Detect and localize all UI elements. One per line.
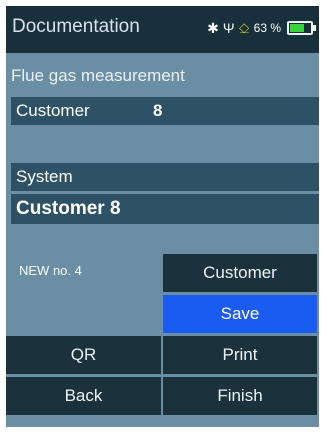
measurement-type: Flue gas measurement xyxy=(11,66,185,85)
save-button[interactable]: Save xyxy=(163,295,317,333)
system-value-row[interactable]: Customer 8 xyxy=(11,194,319,224)
qr-button[interactable]: QR xyxy=(6,336,161,374)
finish-button[interactable]: Finish xyxy=(163,377,317,415)
customer-button[interactable]: Customer xyxy=(163,254,317,292)
status-icons: ✱ Ψ ⎐ 63 % xyxy=(207,20,316,36)
battery-tip xyxy=(313,25,316,31)
usb-icon: Ψ xyxy=(222,20,235,36)
plug-icon: ⎐ xyxy=(238,20,250,36)
system-label: System xyxy=(16,167,73,186)
battery-percent: 63 % xyxy=(253,21,281,35)
system-label-row: System xyxy=(11,163,319,191)
new-number: NEW no. 4 xyxy=(19,263,82,278)
bluetooth-icon: ✱ xyxy=(207,20,219,36)
customer-value: 8 xyxy=(153,101,163,120)
customer-label: Customer xyxy=(16,101,90,120)
header-bar: Documentation ✱ Ψ ⎐ 63 % xyxy=(6,6,319,53)
system-value: Customer 8 xyxy=(16,198,121,219)
screen-title: Documentation xyxy=(12,16,140,37)
print-button[interactable]: Print xyxy=(163,336,317,374)
blank-row xyxy=(11,134,319,160)
device-screen: Documentation ✱ Ψ ⎐ 63 % Flue gas measur… xyxy=(6,6,319,427)
back-button[interactable]: Back xyxy=(6,377,161,415)
battery-icon xyxy=(287,21,316,35)
customer-row[interactable]: Customer 8 xyxy=(11,97,319,125)
battery-fill xyxy=(290,24,304,32)
